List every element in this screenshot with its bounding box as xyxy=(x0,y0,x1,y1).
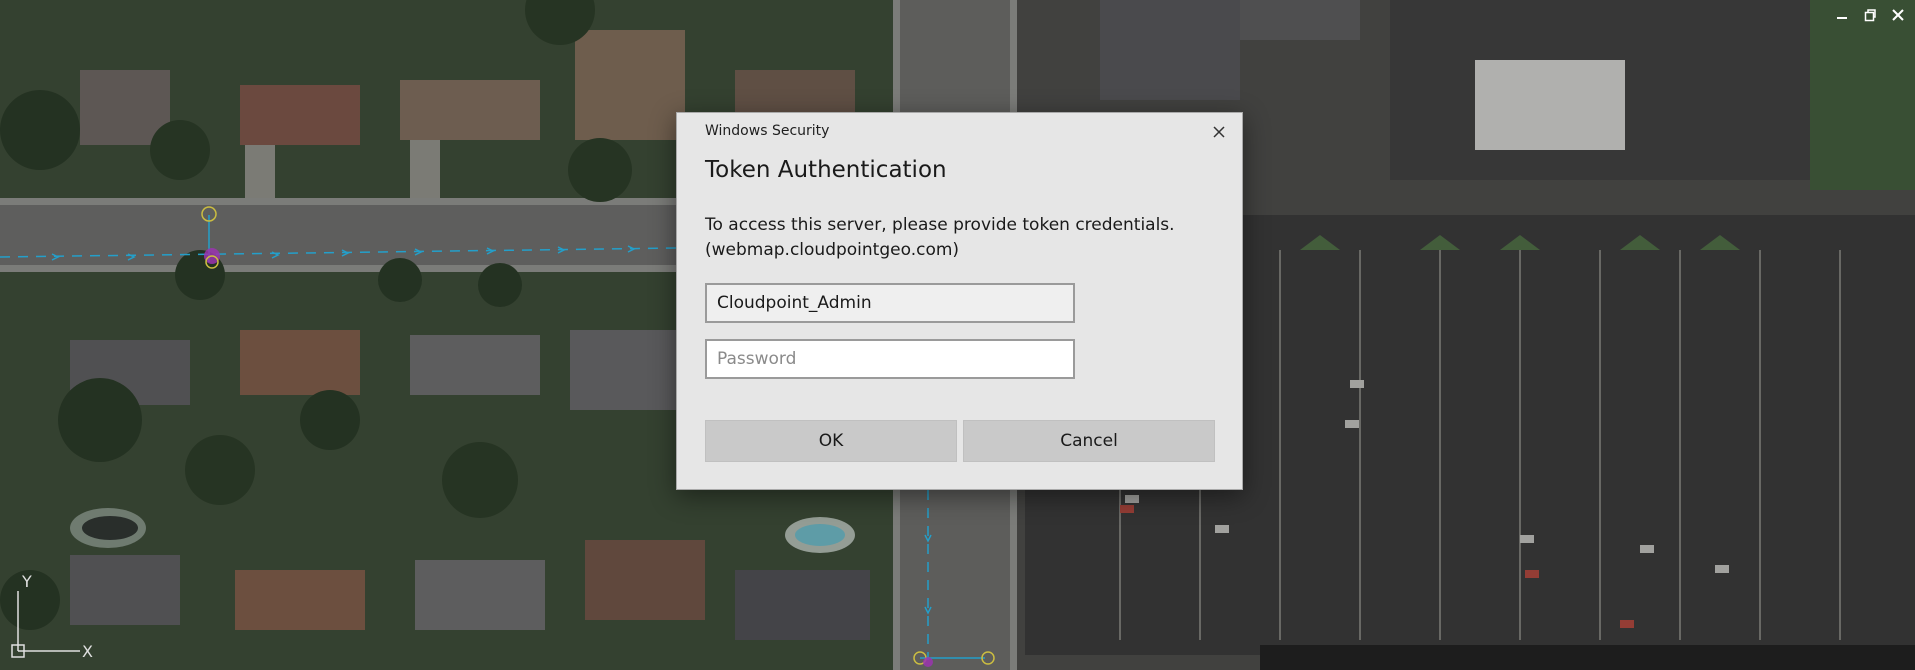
window-controls xyxy=(1835,8,1905,22)
cancel-button[interactable]: Cancel xyxy=(963,420,1215,462)
ucs-x-label: X xyxy=(82,642,93,660)
dialog-server-url: (webmap.cloudpointgeo.com) xyxy=(705,240,960,260)
username-field[interactable] xyxy=(705,283,1075,323)
dialog-message: To access this server, please provide to… xyxy=(705,213,1175,263)
dialog-close-icon[interactable] xyxy=(1208,121,1230,143)
dialog-title: Token Authentication xyxy=(705,157,947,183)
token-auth-dialog: Windows Security Token Authentication To… xyxy=(676,112,1243,490)
close-icon[interactable] xyxy=(1891,8,1905,22)
ucs-y-label: Y xyxy=(21,572,32,591)
dialog-message-line: To access this server, please provide to… xyxy=(705,215,1175,235)
ucs-icon: Y X xyxy=(11,572,93,660)
password-field[interactable] xyxy=(705,339,1075,379)
ok-button[interactable]: OK xyxy=(705,420,957,462)
dialog-caption: Windows Security xyxy=(705,123,830,139)
restore-icon[interactable] xyxy=(1863,8,1877,22)
minimize-icon[interactable] xyxy=(1835,8,1849,22)
